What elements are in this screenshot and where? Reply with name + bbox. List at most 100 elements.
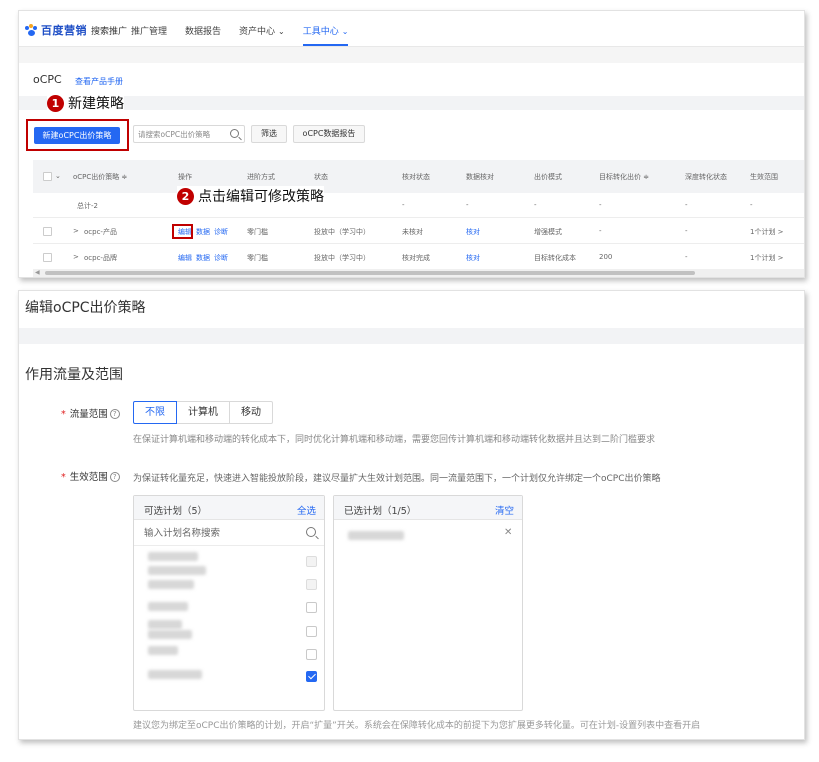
baidu-paw-icon [25,23,38,37]
nav-item-reports[interactable]: 数据报告 [185,24,221,37]
ocpc-content: oCPC 查看产品手册 新建oCPC出价策略 筛选 oCPC数据报告 ⌄ oCP… [19,63,804,277]
close-icon[interactable]: ✕ [504,527,512,538]
strategy-search[interactable] [133,125,245,143]
total-cell: - [599,201,602,209]
row-checkbox[interactable] [43,253,52,262]
section-band [19,328,804,344]
total-label: 总计-2 [77,202,98,210]
scope-link[interactable]: 1个计划 > [750,227,784,237]
blurred-plan-name [148,630,192,639]
col-operation: 操作 [178,173,192,181]
callout-text: 新建策略 [68,96,124,112]
new-strategy-button[interactable]: 新建oCPC出价策略 [34,127,120,144]
expand-icon[interactable]: > [73,253,79,261]
selected-plans-header: 已选计划（1/5） 清空 [334,496,522,520]
nav-item-assets[interactable]: 资产中心 ⌄ [239,24,285,37]
scope-link[interactable]: 1个计划 > [750,253,784,263]
diagnose-link[interactable]: 诊断 [214,254,228,262]
edit-link[interactable]: 编辑 [178,254,192,262]
clear-all-link[interactable]: 清空 [495,503,514,517]
callout-step2: 2 点击编辑可修改策略 [177,186,324,206]
status-cell: 投放中（学习中） [314,228,370,236]
search-icon[interactable] [230,129,239,138]
edit-highlight-box [172,224,193,239]
blurred-plan-name [148,552,198,561]
col-deep-status: 深度转化状态 [685,173,727,181]
plan-search-input[interactable] [144,526,284,540]
ocpc-report-button[interactable]: oCPC数据报告 [293,125,365,143]
scroll-left-icon[interactable]: ◀ [35,269,40,276]
strategy-search-input[interactable] [138,128,226,140]
data-check-link[interactable]: 核对 [466,227,480,237]
data-check-link[interactable]: 核对 [466,253,480,263]
callout-number: 2 [177,187,194,205]
blurred-plan-name [148,602,188,611]
chevron-down-icon[interactable]: ⌄ [55,172,61,180]
plan-checkbox-checked[interactable] [306,671,317,682]
edit-page-title: 编辑oCPC出价策略 [25,300,146,316]
blurred-plan-name [148,620,182,629]
data-link[interactable]: 数据 [196,254,210,262]
chevron-down-icon: ⌄ [278,27,285,36]
total-cell: - [402,201,405,209]
blurred-plan-name [148,646,178,655]
mode-cell: 零门槛 [247,254,268,262]
target-bid-cell: 200 [599,253,613,261]
check-status-cell: 核对完成 [402,254,430,262]
target-bid-cell: - [599,227,602,235]
section-title: 作用流量及范围 [25,367,123,383]
plan-checkbox[interactable] [306,649,317,660]
plan-checkbox[interactable] [306,579,317,590]
traffic-option-unlimited[interactable]: 不限 [133,401,177,424]
traffic-range-label: * 流量范围? [61,406,120,420]
deep-status-cell: - [685,253,688,261]
logo-sub: 搜索推广 [91,26,128,37]
search-icon[interactable] [306,527,316,537]
product-manual-link[interactable]: 查看产品手册 [75,76,123,87]
deep-status-cell: - [685,227,688,235]
strategy-name: ocpc-品牌 [84,254,117,262]
plan-checkbox[interactable] [306,602,317,613]
section-band [19,96,804,110]
check-status-cell: 未核对 [402,228,423,236]
blurred-plan-name [148,566,206,575]
available-plans-header: 可选计划（5） 全选 [134,496,324,520]
help-icon[interactable]: ? [109,472,120,482]
data-link[interactable]: 数据 [196,228,210,236]
col-strategy[interactable]: oCPC出价策略 ≑ [73,172,127,182]
plan-search[interactable] [134,520,324,546]
col-target-bid[interactable]: 目标转化出价 ≑ [599,172,649,182]
expand-icon[interactable]: > [73,227,79,235]
col-data-check: 数据核对 [466,173,494,181]
total-cell: - [534,201,537,209]
col-mode: 进阶方式 [247,173,275,181]
table-row: > ocpc-品牌 编辑 数据 诊断 零门槛 投放中（学习中） 核对完成 核对 目标… [33,245,804,270]
available-plans-panel: 可选计划（5） 全选 [133,495,325,711]
select-all-checkbox[interactable] [43,172,52,181]
filter-button[interactable]: 筛选 [251,125,287,143]
bid-mode-cell: 增强模式 [534,228,562,236]
col-scope: 生效范围 [750,173,778,181]
select-all-link[interactable]: 全选 [297,503,316,517]
nav-item-tools[interactable]: 工具中心 ⌄ [302,24,348,46]
col-check-status: 核对状态 [402,173,430,181]
selected-plans-title: 已选计划（1/5） [344,506,417,517]
traffic-option-mobile[interactable]: 移动 [229,401,273,424]
horizontal-scrollbar[interactable]: ◀ [33,269,804,277]
row-checkbox[interactable] [43,227,52,236]
logo[interactable]: 百度营销 搜索推广 [25,22,127,38]
scrollbar-thumb[interactable] [45,271,695,275]
available-plans-title: 可选计划（5） [144,506,208,517]
blurred-plan-name [148,670,202,679]
help-icon[interactable]: ? [109,409,120,419]
total-cell: - [750,201,753,209]
plan-checkbox[interactable] [306,626,317,637]
strategy-name: ocpc-产品 [84,228,117,236]
traffic-hint: 在保证计算机端和移动端的转化成本下，同时优化计算机端和移动端，需要您回传计算机端… [133,435,656,445]
new-button-highlight: 新建oCPC出价策略 [26,119,129,151]
callout-text: 点击编辑可修改策略 [198,189,324,205]
plan-checkbox[interactable] [306,556,317,567]
nav-item-promotion[interactable]: 推广管理 [131,24,167,37]
traffic-option-computer[interactable]: 计算机 [176,401,230,424]
diagnose-link[interactable]: 诊断 [214,228,228,236]
